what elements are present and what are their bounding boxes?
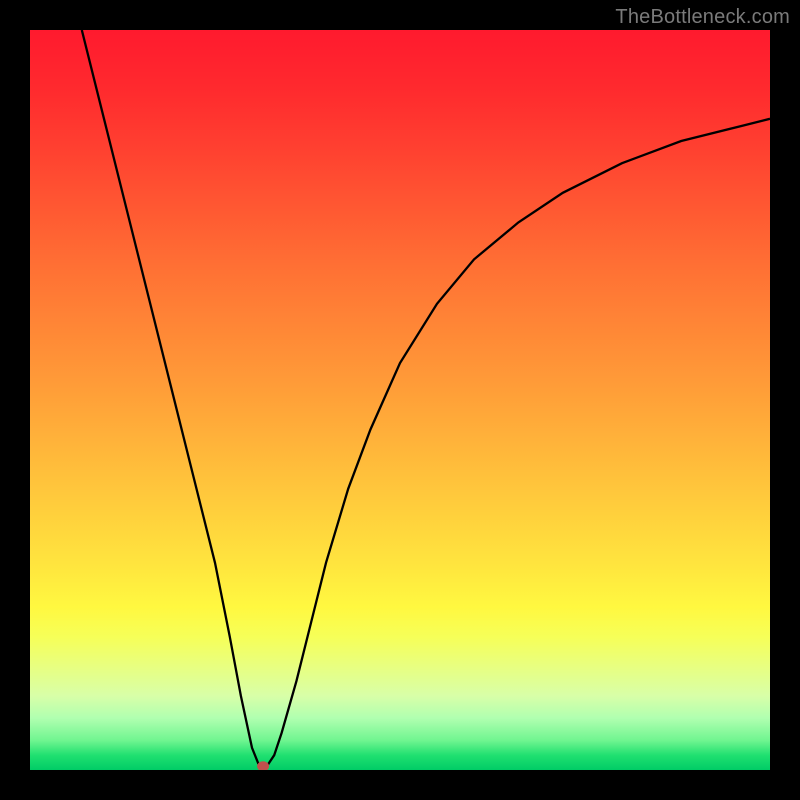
- chart-container: TheBottleneck.com: [0, 0, 800, 800]
- plot-area: [30, 30, 770, 770]
- bottleneck-curve: [82, 30, 770, 766]
- watermark-text: TheBottleneck.com: [615, 6, 790, 29]
- curve-svg: [30, 30, 770, 770]
